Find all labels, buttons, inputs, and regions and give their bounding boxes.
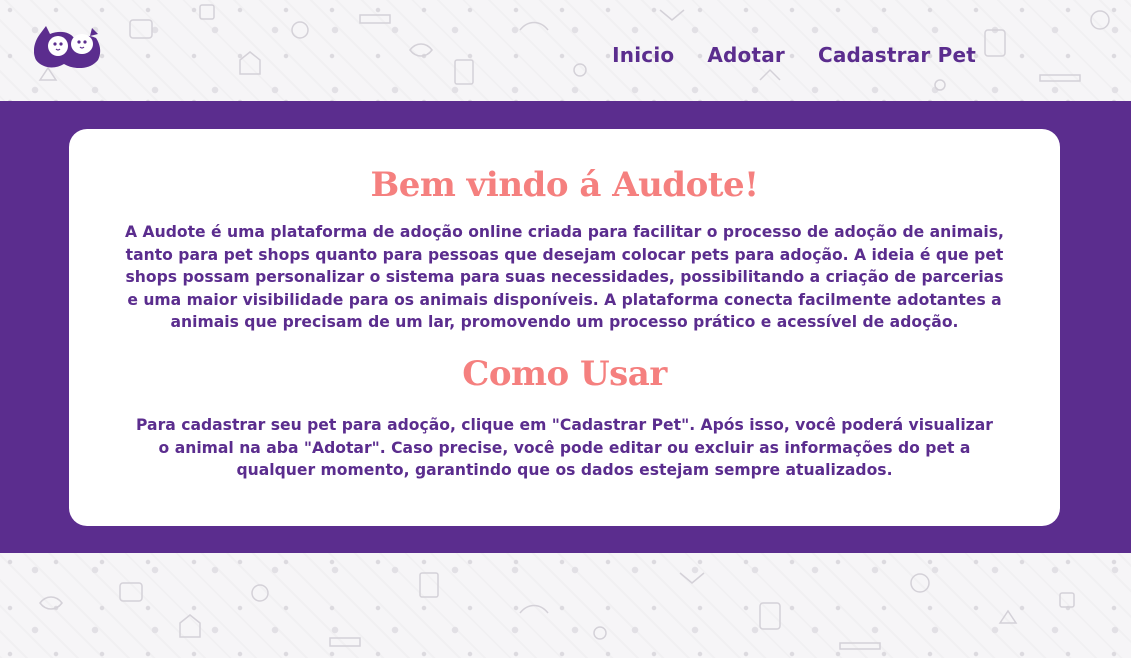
site-header: Inicio Adotar Cadastrar Pet xyxy=(0,0,1131,101)
main-nav: Inicio Adotar Cadastrar Pet xyxy=(612,43,976,67)
cat-and-dog-logo-icon[interactable] xyxy=(33,22,104,69)
content-card: Bem vindo á Audote! A Audote é uma plata… xyxy=(69,129,1060,526)
welcome-title: Bem vindo á Audote! xyxy=(370,165,759,205)
pet-doodle-pattern-bottom xyxy=(0,553,1131,658)
nav-link-cadastrar-pet[interactable]: Cadastrar Pet xyxy=(818,43,976,67)
welcome-text: A Audote é uma plataforma de adoção onli… xyxy=(125,223,1004,332)
nav-link-inicio[interactable]: Inicio xyxy=(612,43,674,67)
howto-text: Para cadastrar seu pet para adoção, cliq… xyxy=(136,415,993,480)
howto-title: Como Usar xyxy=(462,353,667,394)
nav-link-adotar[interactable]: Adotar xyxy=(707,43,785,67)
